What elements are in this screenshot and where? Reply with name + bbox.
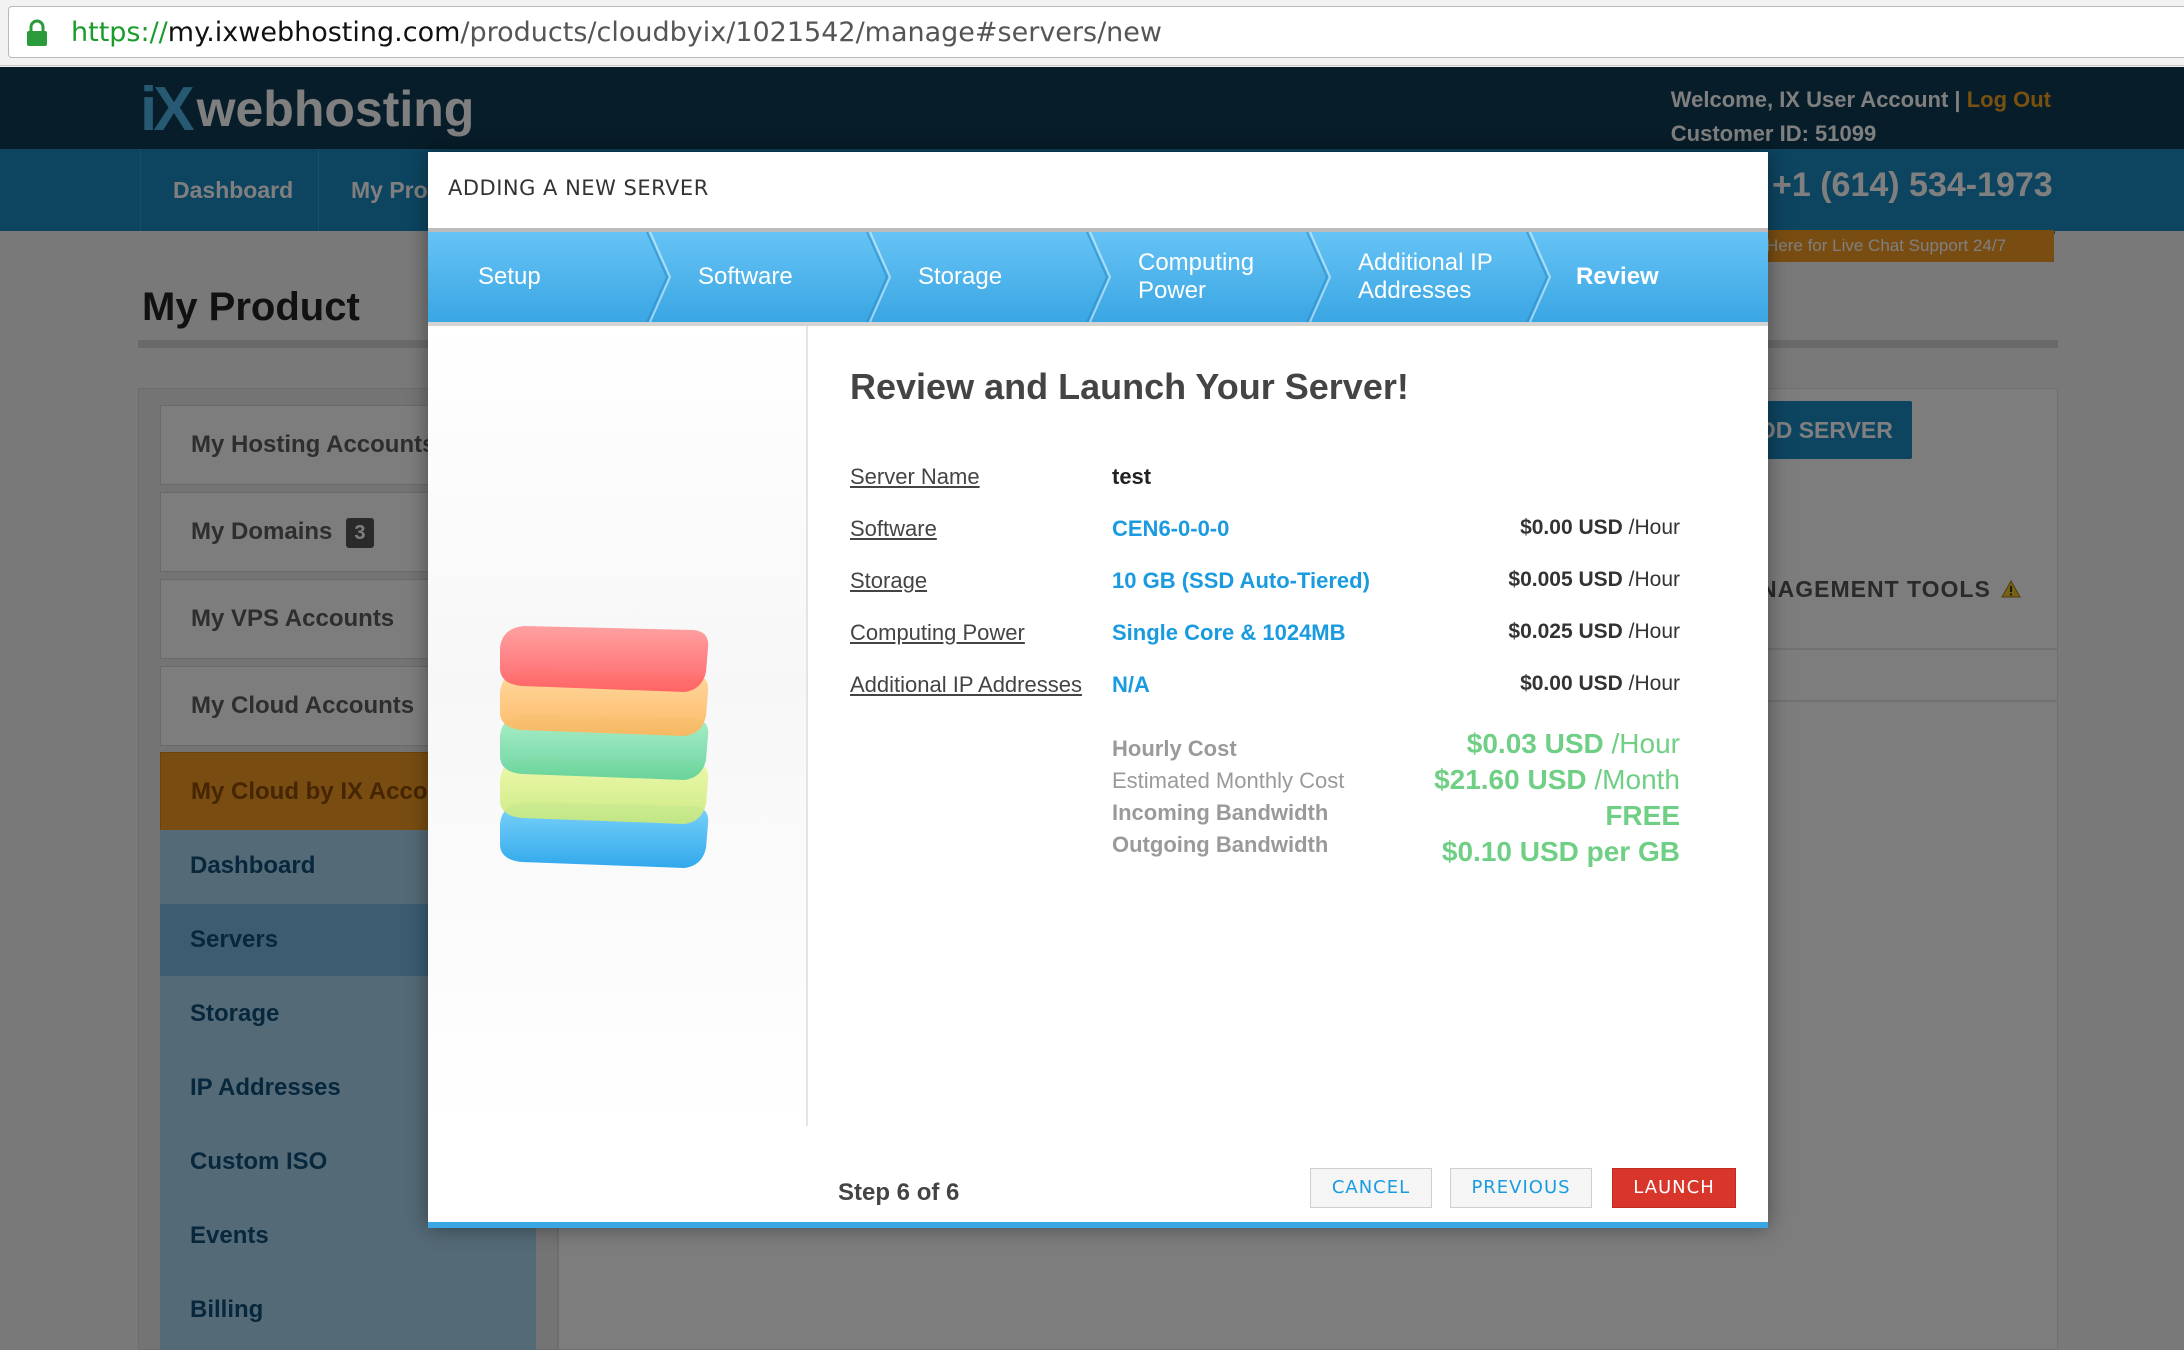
modal-title: ADDING A NEW SERVER [448,176,709,200]
hourly-cost-value: $0.03 USD /Hour [1467,728,1680,760]
server-stack-icon [500,626,709,868]
wizard-steps-background [428,232,1768,322]
additional-ip-value: N/A [1112,672,1150,697]
outgoing-bandwidth-value: $0.10 USD per GB [1442,836,1680,868]
additional-ip-price: $0.00 USD /Hour [1520,672,1680,696]
url-scheme: https:// [71,17,168,48]
step-label-line1: Review [1576,263,1659,290]
step-label-line1: Setup [478,263,541,290]
storage-label: Storage [850,568,928,593]
address-bar[interactable]: https://my.ixwebhosting.com/products/clo… [8,6,2184,58]
price-amount: $0.00 USD [1520,672,1623,695]
monthly-cost-label: Estimated Monthly Cost [1112,768,1345,793]
price-unit: /Hour [1622,568,1680,591]
price-amount: $0.025 USD [1508,620,1623,643]
step-label-line1: Computing [1138,249,1255,276]
hourly-cost-label: Hourly Cost [1112,736,1237,761]
url-host: my.ixwebhosting.com [167,17,461,48]
step-label-line1: Software [698,263,793,290]
summary-unit: /Hour [1603,728,1680,759]
url-text: https://my.ixwebhosting.com/products/clo… [71,17,1162,48]
step-label-line1: Storage [918,263,1003,290]
step-storage[interactable]: Storage [918,232,1002,322]
price-amount: $0.005 USD [1508,568,1623,591]
software-value: CEN6-0-0-0 [1112,516,1230,541]
incoming-bandwidth-value: FREE [1605,800,1680,832]
price-amount: $0.00 USD [1520,516,1623,539]
step-setup[interactable]: Setup [478,232,541,322]
summary-amount: $0.10 USD per GB [1441,836,1680,867]
step-computing-power[interactable]: Computing Power [1138,232,1254,322]
launch-button[interactable]: LAUNCH [1612,1168,1736,1208]
computing-power-price: $0.025 USD /Hour [1508,620,1680,644]
computing-power-label: Computing Power [850,620,1025,645]
price-unit: /Hour [1622,516,1680,539]
step-progress: Step 6 of 6 [838,1179,960,1206]
step-label-line2: Power [1138,277,1207,304]
computing-power-value: Single Core & 1024MB [1112,620,1346,645]
step-label-line2: Addresses [1358,277,1472,304]
price-unit: /Hour [1622,620,1680,643]
server-name-value: test [1112,464,1152,489]
price-unit: /Hour [1622,672,1680,695]
step-label-line1: Additional IP [1358,249,1493,276]
cancel-button[interactable]: CANCEL [1310,1168,1432,1208]
software-label: Software [850,516,937,541]
browser-toolbar: https://my.ixwebhosting.com/products/clo… [0,0,2184,66]
step-software[interactable]: Software [698,232,793,322]
wizard-steps: Setup Software Storage Computing Power Ad… [428,232,1768,322]
software-price: $0.00 USD /Hour [1520,516,1680,540]
url-path: /products/cloudbyix/1021542/manage#serve… [460,17,1162,48]
server-name-label: Server Name [850,464,980,489]
summary-amount: FREE [1605,800,1680,831]
previous-button[interactable]: PREVIOUS [1450,1168,1592,1208]
add-server-modal: ADDING A NEW SERVER Setup Software Stora [428,152,1768,1228]
storage-price: $0.005 USD /Hour [1508,568,1680,592]
lock-icon [27,19,47,46]
additional-ip-label: Additional IP Addresses [850,672,1082,697]
storage-value: 10 GB (SSD Auto-Tiered) [1112,568,1370,593]
incoming-bandwidth-label: Incoming Bandwidth [1112,800,1329,825]
summary-amount: $0.03 USD [1466,728,1604,759]
step-additional-ip[interactable]: Additional IP Addresses [1358,232,1493,322]
monthly-cost-value: $21.60 USD /Month [1434,764,1680,796]
outgoing-bandwidth-label: Outgoing Bandwidth [1112,832,1329,857]
review-illustration-pane [428,326,808,1126]
step-review[interactable]: Review [1576,232,1659,322]
summary-unit: /Month [1586,764,1680,795]
modal-footer-bar [428,1222,1768,1228]
summary-amount: $21.60 USD [1434,764,1587,795]
review-heading: Review and Launch Your Server! [850,366,1409,407]
